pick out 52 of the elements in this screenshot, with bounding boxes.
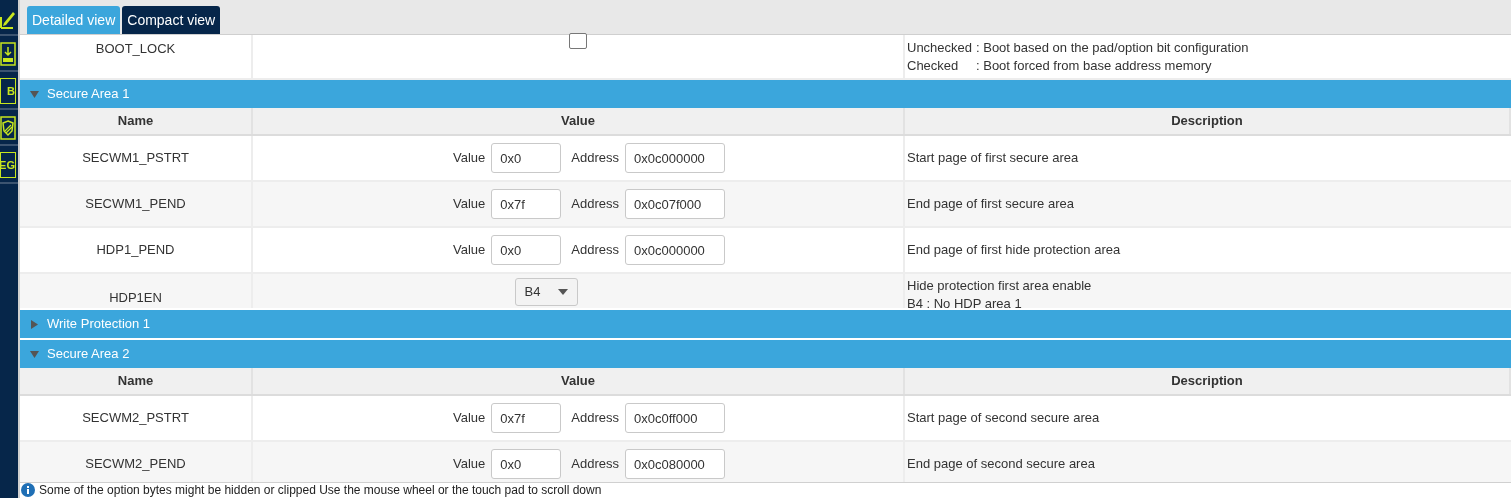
address-field[interactable]: 0x0c07f000	[625, 189, 725, 219]
column-header: Value	[561, 372, 595, 391]
column-header: Description	[1171, 372, 1243, 391]
download-icon[interactable]	[0, 42, 16, 66]
address-field[interactable]: 0x0c0ff000	[625, 403, 725, 433]
address-field[interactable]: 0x0c000000	[625, 143, 725, 173]
description-text: End page of second secure area	[907, 455, 1095, 473]
sidebar-item[interactable]: B	[0, 78, 16, 104]
value-label: Value	[453, 409, 486, 428]
description-text: Start page of first secure area	[907, 149, 1079, 167]
address-field[interactable]: 0x0c000000	[625, 235, 725, 265]
option-name: SECWM1_PEND	[85, 195, 186, 214]
description-text: B4 : No HDP area 1	[907, 295, 1023, 308]
option-name: HDP1EN	[109, 289, 162, 307]
value-field[interactable]: 0x0	[491, 143, 562, 173]
column-header: Description	[1171, 112, 1243, 131]
option-name: HDP1_PEND	[96, 241, 175, 260]
value-label: Value	[453, 195, 486, 214]
option-name: SECWM2_PEND	[85, 455, 186, 474]
address-label: Address	[571, 241, 619, 260]
address-label: Address	[571, 455, 619, 474]
address-label: Address	[571, 195, 619, 214]
tab[interactable]: Compact view	[122, 6, 221, 34]
description-term: Unchecked	[907, 39, 974, 57]
value-field[interactable]: 0x7f	[491, 189, 562, 219]
description-term: Checked	[907, 57, 960, 75]
shield-icon[interactable]	[0, 116, 16, 140]
description-text: End page of first hide protection area	[907, 241, 1121, 259]
address-label: Address	[571, 149, 619, 168]
column-header: Name	[117, 112, 154, 131]
value-label: Value	[453, 149, 486, 168]
value-label: Value	[453, 455, 486, 474]
value-label: Value	[453, 241, 486, 260]
option-name: BOOT_LOCK	[95, 40, 176, 58]
value-field[interactable]: 0x7f	[491, 403, 562, 433]
description-text: End page of first secure area	[907, 195, 1074, 213]
option-name: SECWM2_PSTRT	[82, 409, 189, 428]
address-field[interactable]: 0x0c080000	[625, 449, 725, 479]
description-text: Start page of second secure area	[907, 409, 1100, 427]
checkbox[interactable]	[569, 33, 587, 49]
dropdown[interactable]: B4	[514, 278, 578, 306]
value-field[interactable]: 0x0	[491, 235, 562, 265]
value-field[interactable]: 0x0	[491, 449, 562, 479]
address-label: Address	[571, 409, 619, 428]
description-text: Hide protection first area enable	[907, 277, 1092, 295]
column-header: Value	[561, 112, 595, 131]
caret-icon	[557, 289, 568, 295]
description-text: : Boot forced from base address memory	[976, 57, 1212, 75]
description-text: : Boot based on the pad/option bit configuration	[976, 39, 1249, 57]
option-name: SECWM1_PSTRT	[82, 149, 189, 168]
column-header: Name	[117, 372, 154, 391]
status-text: Some of the option bytes might be hidden or clipped Use the mouse wheel or the touch pad to scroll down	[39, 483, 602, 497]
